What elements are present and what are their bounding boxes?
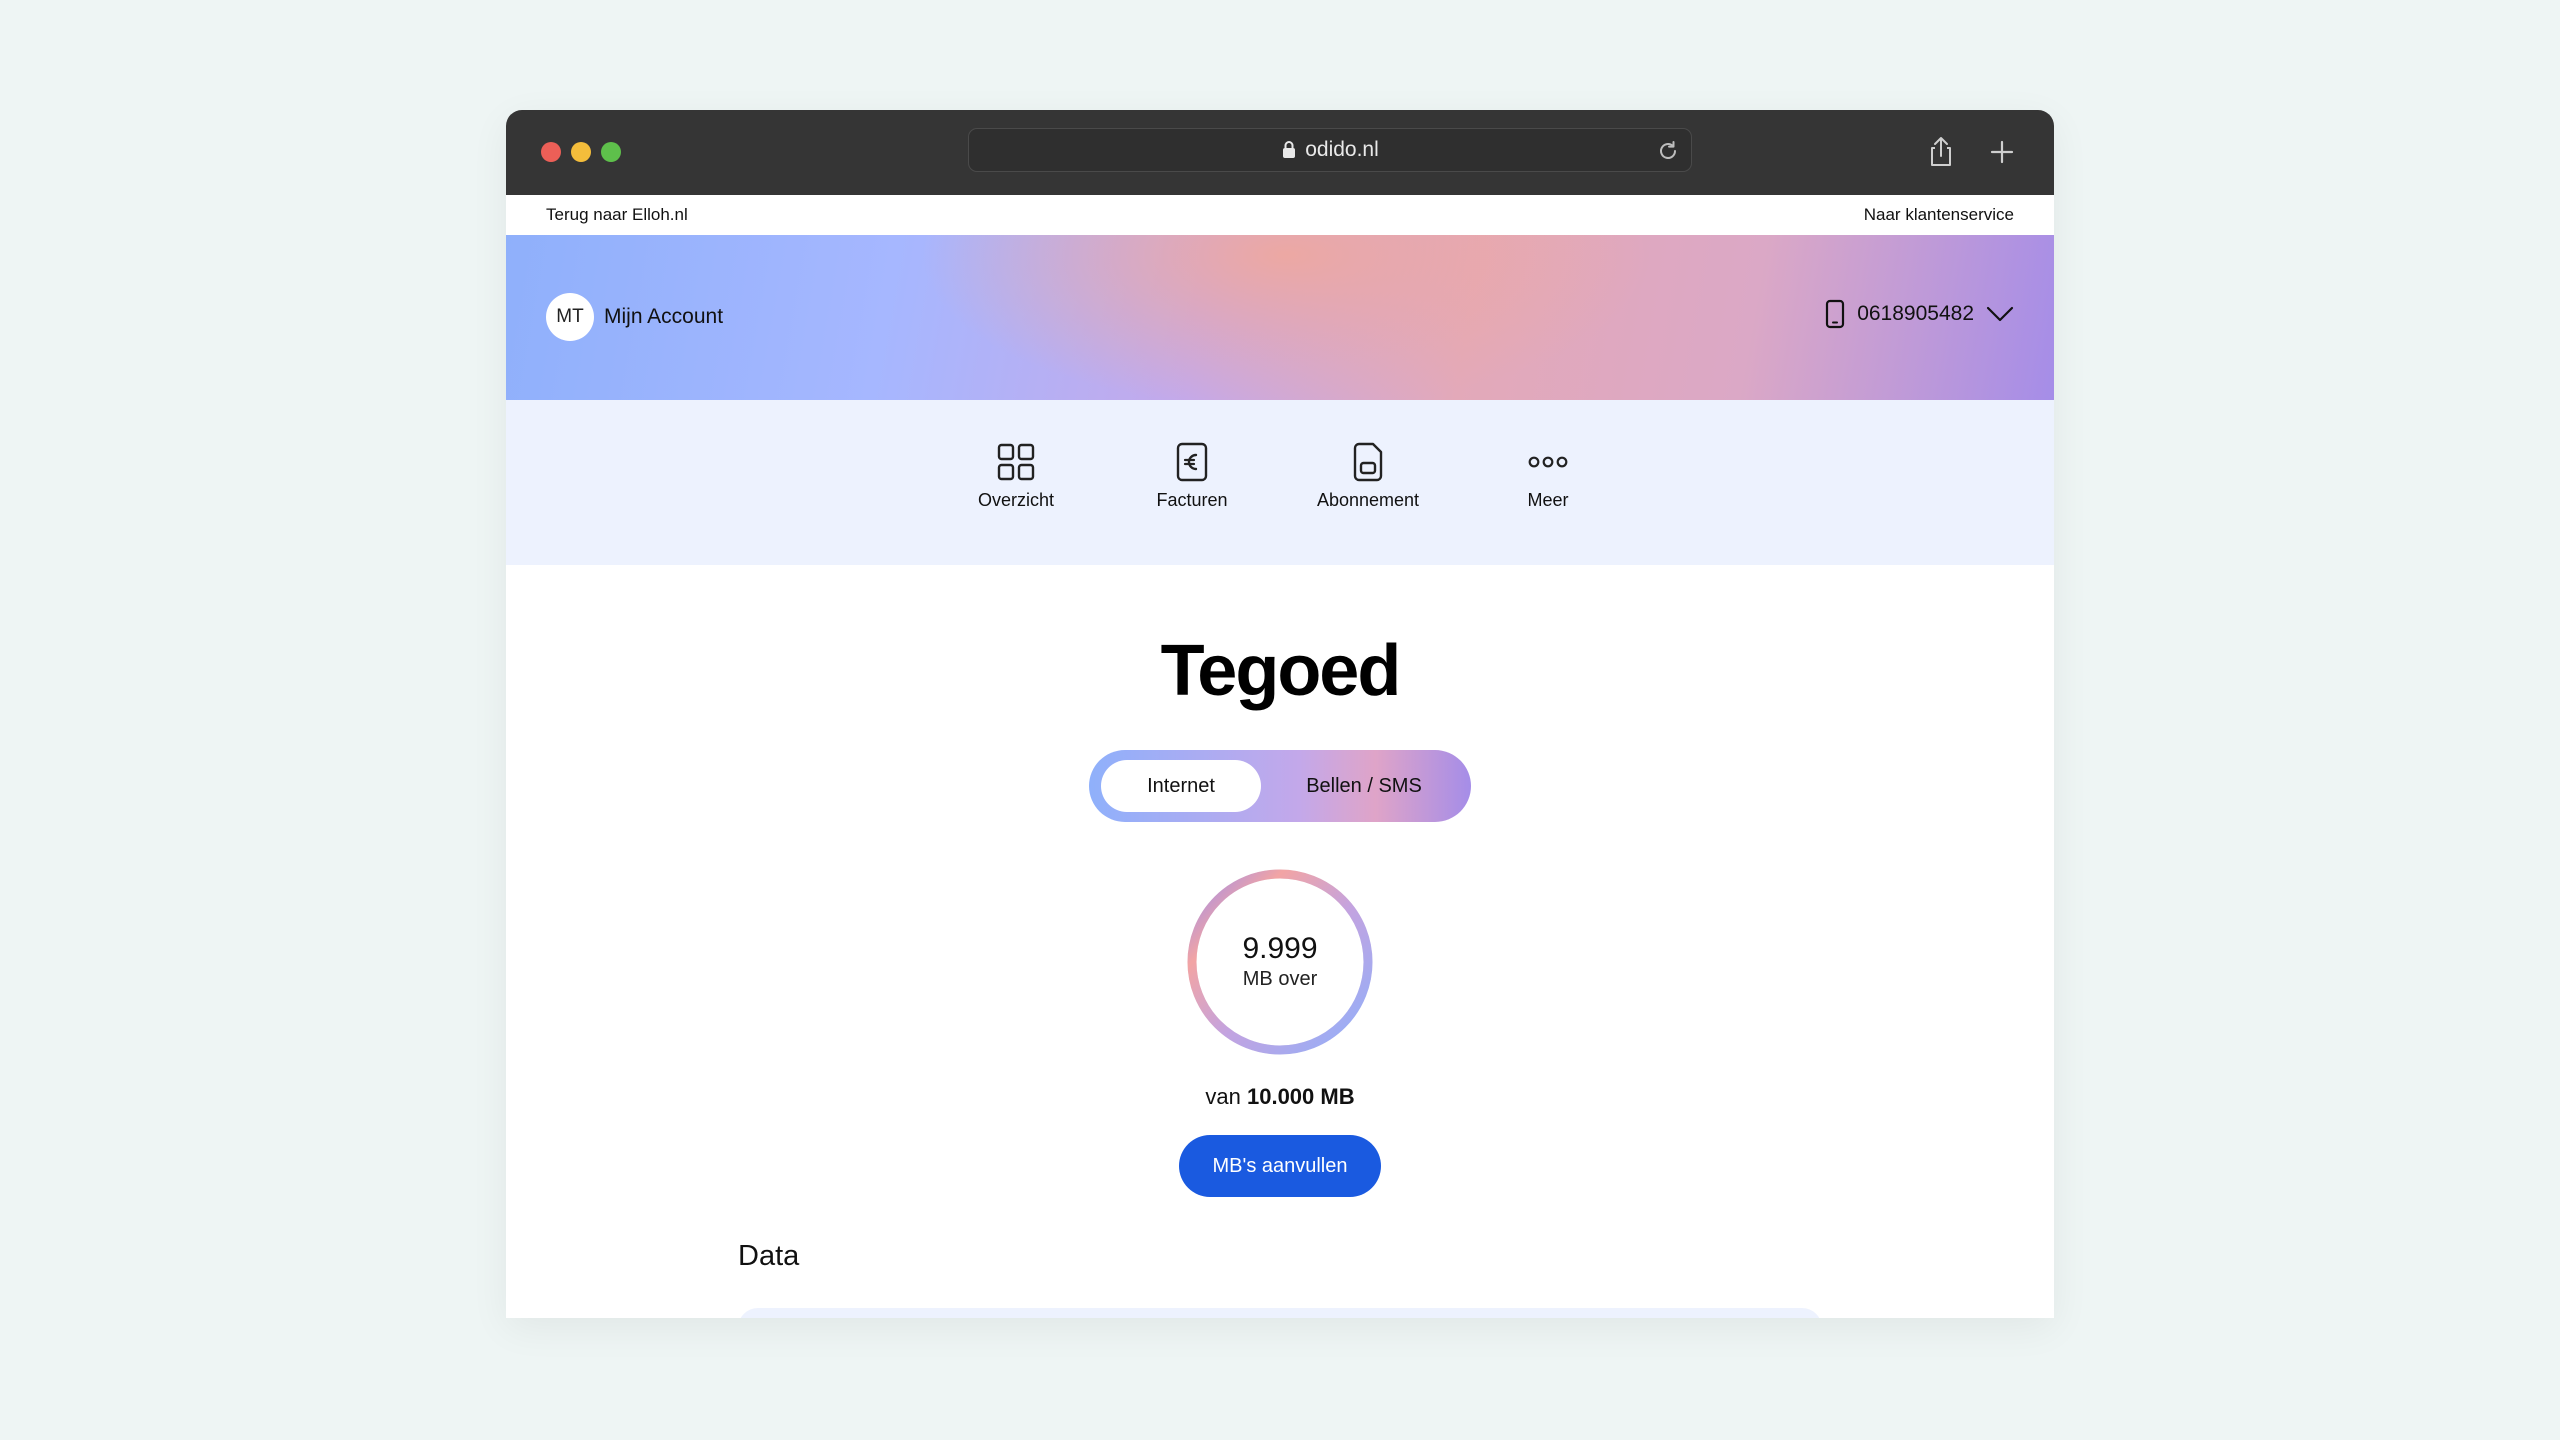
nav-item-overzicht[interactable]: Overzicht bbox=[936, 442, 1096, 511]
phone-number-selector[interactable]: 0618905482 bbox=[1825, 299, 2014, 329]
sim-card-icon bbox=[1353, 442, 1383, 482]
browser-window: odido.nl Terug naar Elloh.nl Naar klante… bbox=[506, 110, 2054, 1318]
address-bar[interactable]: odido.nl bbox=[968, 128, 1692, 172]
reload-icon[interactable] bbox=[1655, 138, 1681, 164]
account-header: MT Mijn Account 0618905482 bbox=[506, 235, 2054, 400]
data-remaining-unit: MB over bbox=[1242, 968, 1318, 990]
nav-label: Facturen bbox=[1156, 490, 1228, 510]
browser-toolbar: odido.nl bbox=[506, 110, 2054, 195]
nav-label: Overzicht bbox=[977, 490, 1055, 510]
close-window-button[interactable] bbox=[541, 142, 561, 162]
mobile-phone-icon bbox=[1826, 299, 1845, 329]
toggle-internet[interactable]: Internet bbox=[1101, 760, 1261, 812]
data-total-prefix: van bbox=[1205, 1084, 1247, 1109]
new-tab-icon[interactable] bbox=[1984, 134, 2020, 170]
nav-label: Abonnement bbox=[1316, 490, 1420, 510]
data-remaining-value: 9.999 bbox=[1242, 932, 1318, 965]
nav-item-meer[interactable]: Meer bbox=[1468, 442, 1628, 511]
account-title[interactable]: Mijn Account bbox=[604, 305, 723, 329]
avatar[interactable]: MT bbox=[546, 293, 594, 341]
grid-icon bbox=[997, 443, 1035, 481]
main-navigation: Overzicht Facturen Abonnement Meer bbox=[506, 400, 2054, 565]
chevron-down-icon bbox=[1986, 306, 2014, 322]
data-total-value: 10.000 MB bbox=[1246, 1084, 1355, 1109]
back-to-site-link[interactable]: Terug naar Elloh.nl bbox=[546, 205, 688, 225]
minimize-window-button[interactable] bbox=[571, 142, 591, 162]
customer-service-link[interactable]: Naar klantenservice bbox=[1864, 205, 2014, 225]
maximize-window-button[interactable] bbox=[601, 142, 621, 162]
data-total: van 10.000 MB bbox=[506, 1084, 2054, 1110]
top-up-data-button[interactable]: MB's aanvullen bbox=[1179, 1135, 1381, 1197]
nav-label: Meer bbox=[1527, 490, 1569, 510]
nav-item-facturen[interactable]: Facturen bbox=[1112, 442, 1272, 511]
phone-number: 0618905482 bbox=[1857, 302, 1974, 325]
page-title: Tegoed bbox=[1160, 631, 1402, 711]
share-icon[interactable] bbox=[1923, 134, 1959, 170]
data-section-title: Data bbox=[738, 1240, 800, 1272]
more-dots-icon bbox=[1528, 456, 1568, 468]
url-text: odido.nl bbox=[1305, 138, 1379, 161]
credit-type-toggle: Internet Bellen / SMS bbox=[1089, 750, 1471, 822]
utility-bar: Terug naar Elloh.nl Naar klantenservice bbox=[506, 195, 2054, 235]
toggle-bellen-sms[interactable]: Bellen / SMS bbox=[1267, 760, 1461, 812]
euro-document-icon bbox=[1176, 442, 1208, 482]
data-card bbox=[738, 1308, 1822, 1318]
nav-item-abonnement[interactable]: Abonnement bbox=[1288, 442, 1448, 511]
lock-icon bbox=[1283, 141, 1296, 158]
